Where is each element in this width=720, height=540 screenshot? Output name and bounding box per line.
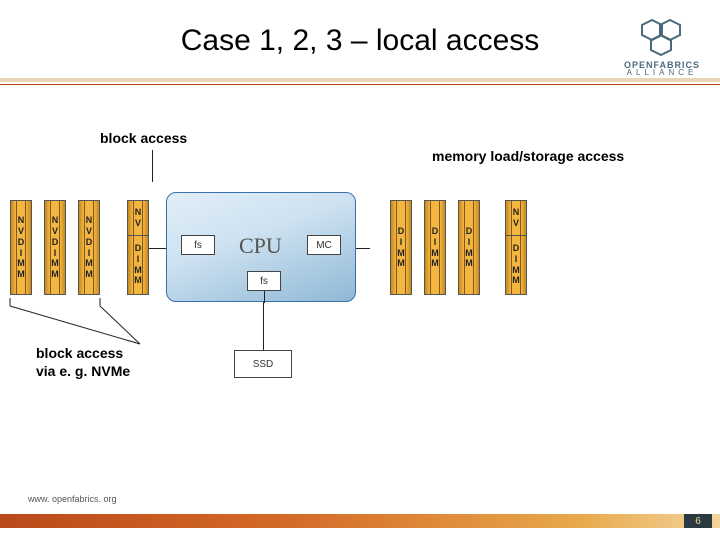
nvdimm-bar-3: NVDIMM xyxy=(78,200,100,295)
nv-dimm-split-bar-left: NV DIMM xyxy=(127,200,149,295)
block-access-tick xyxy=(152,150,153,182)
logo: OPENFABRICS ALLIANCE xyxy=(622,18,702,77)
nv-label-left: NV xyxy=(128,207,148,229)
dimm-bar-2-label: DIMM xyxy=(431,226,439,269)
block-caption-line2: via e. g. NVMe xyxy=(36,363,130,379)
fs-box-left: fs xyxy=(181,235,215,255)
logo-text-line2: ALLIANCE xyxy=(622,68,702,77)
dimm-bar-2: DIMM xyxy=(424,200,446,295)
top-divider xyxy=(0,78,720,88)
ssd-box: SSD xyxy=(234,350,292,378)
cpu-box: fs CPU MC fs xyxy=(166,192,356,302)
footer-url: www. openfabrics. org xyxy=(28,494,117,504)
nv-label-right: NV xyxy=(506,207,526,229)
nv-dimm-split-bar-right: NV DIMM xyxy=(505,200,527,295)
nvdimm-bar-2: NVDIMM xyxy=(44,200,66,295)
page-title: Case 1, 2, 3 – local access xyxy=(0,24,720,58)
hexagon-cluster-icon xyxy=(637,18,687,58)
dimm-bar-1: DIMM xyxy=(390,200,412,295)
mc-to-dimm-line xyxy=(356,248,370,249)
cpu-to-ssd-line xyxy=(263,302,264,350)
nvdimm-to-cpu-line xyxy=(149,248,167,249)
block-access-label: block access xyxy=(100,130,187,146)
memory-access-label: memory load/storage access xyxy=(432,148,624,164)
page-number: 6 xyxy=(684,514,712,528)
dimm-bar-3-label: DIMM xyxy=(465,226,473,269)
nvdimm-bar-1: NVDIMM xyxy=(10,200,32,295)
nvdimm-bar-3-label: NVDIMM xyxy=(85,215,93,280)
dimm-bar-1-label: DIMM xyxy=(397,226,405,269)
mc-box: MC xyxy=(307,235,341,255)
dimm-bar-3: DIMM xyxy=(458,200,480,295)
block-caption-line1: block access xyxy=(36,345,123,361)
footer-bar xyxy=(0,514,720,528)
nvdimm-bar-2-label: NVDIMM xyxy=(51,215,59,280)
nvdimm-bar-1-label: NVDIMM xyxy=(17,215,25,280)
dimm-label-left: DIMM xyxy=(128,243,148,286)
cpu-label: CPU xyxy=(239,233,282,259)
fs-bottom-stub xyxy=(264,291,265,303)
dimm-label-right: DIMM xyxy=(506,243,526,286)
fs-box-bottom: fs xyxy=(247,271,281,291)
